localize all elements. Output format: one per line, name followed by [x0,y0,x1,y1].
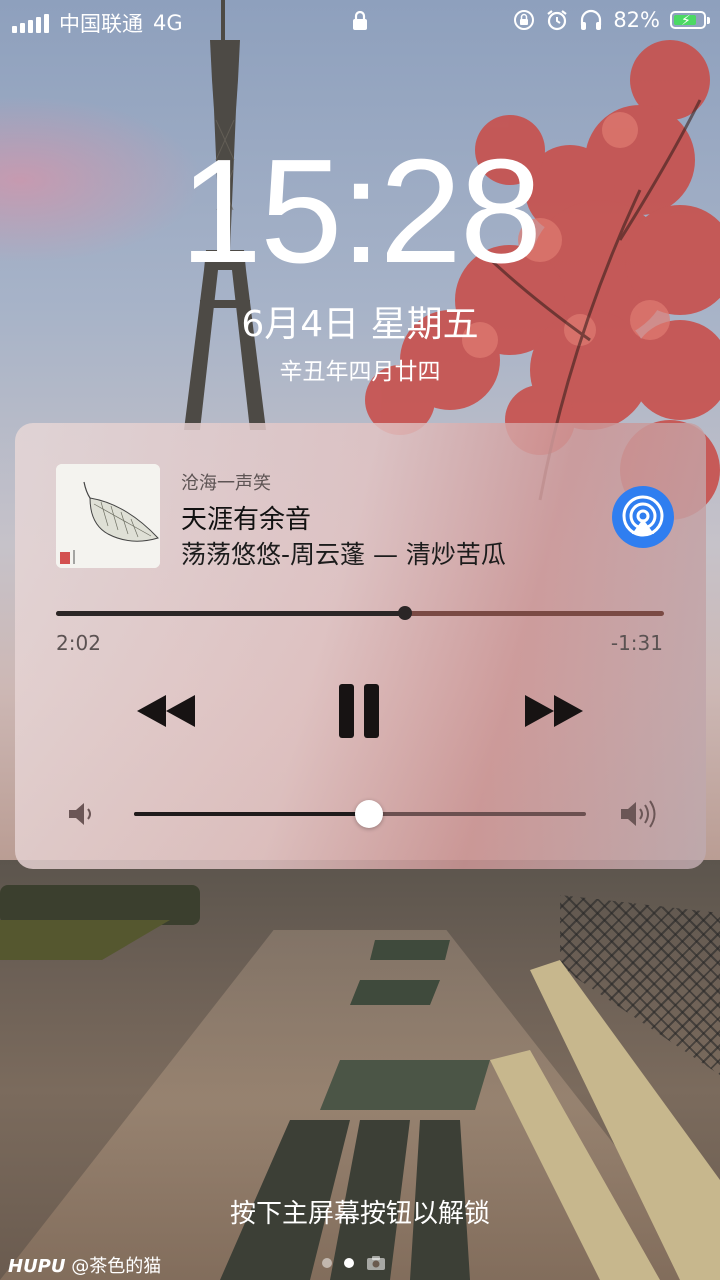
headphones-icon [581,9,602,30]
watermark-brand: HUPU [8,1256,66,1277]
lock-time: 15:28 [179,129,542,294]
progress-played [56,611,405,616]
carrier-label: 中国联通 [59,12,143,36]
volume-knob[interactable] [355,800,384,828]
rotation-lock-icon [514,10,535,30]
page-dot-current[interactable] [344,1258,354,1268]
airplay-icon [622,495,664,537]
battery-percent: 82% [613,8,660,32]
volume-low-icon [69,803,91,825]
volume-slider[interactable] [134,800,586,828]
page-indicator[interactable] [322,1255,386,1271]
fast-forward-button[interactable] [523,693,585,733]
rewind-icon [137,695,195,727]
now-playing-card[interactable]: 沧海一声笑 天涯有余音 荡荡悠悠-周云蓬 — 清炒苦瓜 2:02 -1:31 [15,423,706,869]
album-art-image [56,464,160,568]
rewind-button[interactable] [135,693,197,733]
unlock-hint: 按下主屏幕按钮以解锁 [229,1199,490,1229]
watermark-user: @茶色的猫 [71,1256,162,1277]
volume-low-button[interactable] [67,800,97,832]
volume-level [134,812,370,816]
network-label: 4G [153,11,183,35]
album-art[interactable] [56,464,160,568]
watermark: HUPU @茶色的猫 [8,1252,161,1278]
camera-icon[interactable] [366,1255,386,1271]
volume-high-icon [621,800,656,828]
fast-forward-icon [525,695,583,727]
progress-knob[interactable] [397,606,412,620]
alarm-icon [547,10,567,31]
wallpaper-hedge [0,885,200,925]
song-subtitle: 荡荡悠悠-周云蓬 — 清炒苦瓜 [181,540,506,569]
pause-icon [339,684,379,738]
remaining-time: -1:31 [610,631,663,655]
song-title: 天涯有余音 [181,505,312,535]
signal-icon [12,13,49,33]
page-dot[interactable] [322,1258,332,1268]
airplay-button[interactable] [612,486,674,548]
elapsed-time: 2:02 [56,631,101,655]
status-bar: 中国联通 4G 82% ⚡ [0,0,720,44]
volume-high-button[interactable] [619,799,663,833]
lock-date: 6月4日 星期五 [241,304,479,345]
source-label: 沧海一声笑 [181,473,271,494]
progress-bar[interactable] [56,606,664,620]
lock-icon [353,11,367,30]
battery-charging-icon: ⚡ [670,11,710,29]
pause-button[interactable] [337,682,381,744]
lunar-date: 辛丑年四月廿四 [279,359,441,385]
